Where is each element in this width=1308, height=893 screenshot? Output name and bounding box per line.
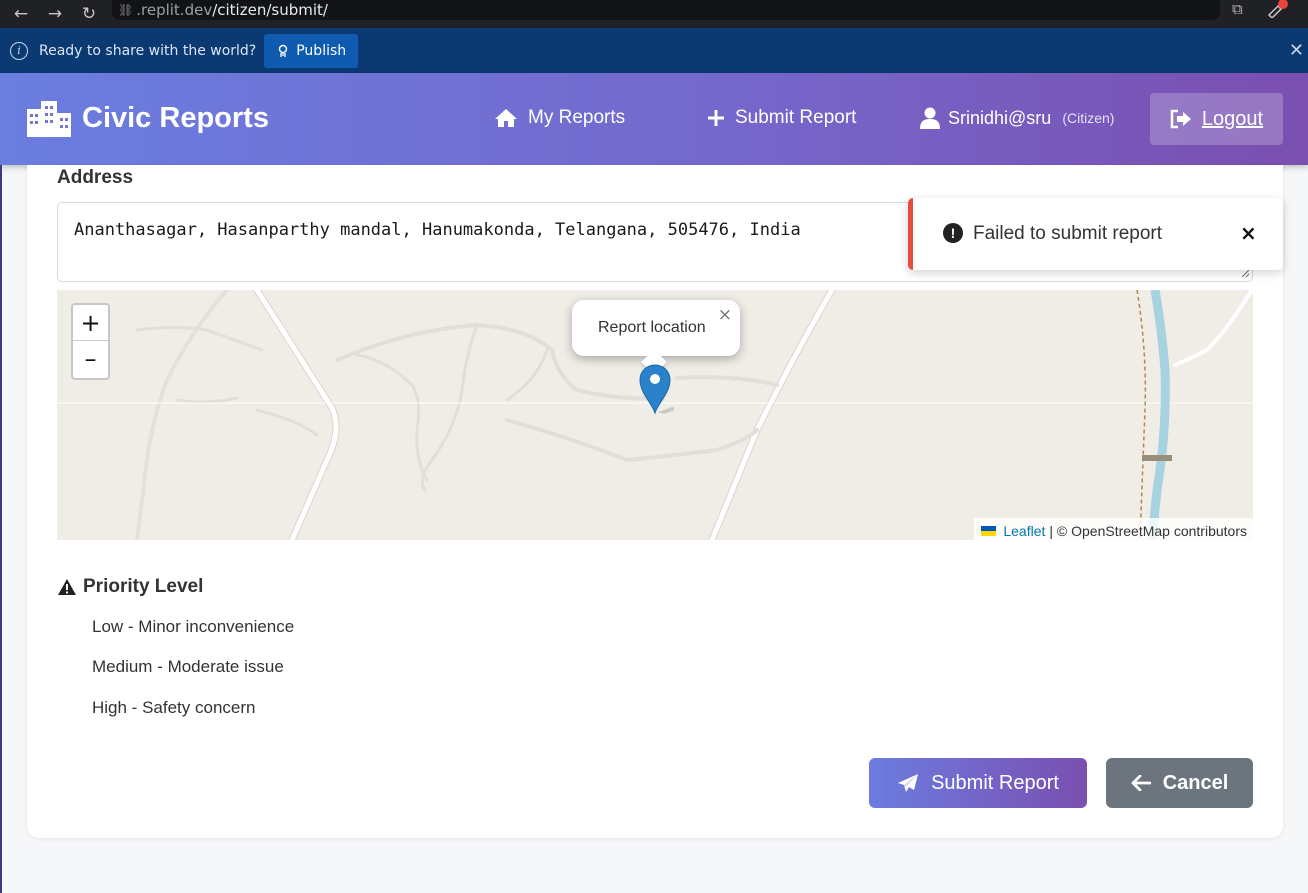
location-map[interactable]: + – Report location × Leaflet | © OpenSt… (57, 290, 1253, 540)
paper-plane-icon (898, 774, 919, 792)
close-icon[interactable]: ✕ (1289, 40, 1304, 61)
brand[interactable]: Civic Reports (26, 99, 269, 137)
address-bar[interactable]: ⛓ .replit.dev/citizen/submit/ (112, 0, 1220, 20)
user-name: Srinidhi@sru (948, 107, 1052, 128)
city-icon (27, 101, 71, 137)
app-header: Civic Reports My Reports Submit Report S… (0, 73, 1308, 165)
nav-submit-report[interactable]: Submit Report (707, 107, 856, 129)
publish-label: Publish (296, 42, 347, 59)
cancel-button[interactable]: Cancel (1106, 758, 1253, 808)
url-path: /citizen/submit/ (212, 1, 328, 19)
brand-title: Civic Reports (82, 101, 269, 134)
toast-close-button[interactable]: × (1240, 221, 1257, 245)
zoom-control: + – (71, 303, 110, 380)
logout-button[interactable]: Logout (1150, 93, 1283, 145)
window-edge (0, 165, 2, 893)
info-icon: i (10, 41, 28, 60)
priority-option-medium[interactable]: Medium - Moderate issue (92, 657, 284, 677)
devices-icon[interactable]: ⧉ (1232, 0, 1243, 18)
ukraine-flag-icon (981, 525, 997, 536)
map-pin-icon[interactable] (638, 363, 674, 415)
logout-label: Logout (1201, 107, 1264, 130)
nav-submit-report-label: Submit Report (735, 107, 857, 128)
error-toast: ! Failed to submit report × (908, 198, 1283, 270)
link-icon: ⛓ (118, 3, 134, 17)
location-popup: Report location × (572, 300, 740, 375)
warning-icon (58, 579, 76, 595)
map-attribution: Leaflet | © OpenStreetMap contributors (974, 518, 1253, 540)
nav-my-reports[interactable]: My Reports (494, 107, 625, 129)
back-arrow-icon[interactable]: ← (6, 4, 36, 24)
popup-text: Report location (598, 319, 706, 336)
exclamation-circle-icon: ! (943, 223, 963, 243)
reload-icon[interactable]: ↻ (74, 4, 104, 24)
extensions-icon[interactable] (1266, 0, 1288, 22)
user-icon (920, 107, 940, 129)
popup-close-button[interactable]: × (718, 305, 732, 325)
url-host: .replit.dev (136, 1, 213, 19)
zoom-out-button[interactable]: – (73, 341, 108, 377)
nav-my-reports-label: My Reports (528, 107, 626, 128)
priority-heading-text: Priority Level (83, 576, 204, 597)
rocket-icon (279, 44, 288, 57)
submit-report-label: Submit Report (931, 771, 1059, 794)
priority-heading: Priority Level (57, 576, 203, 598)
priority-option-high[interactable]: High - Safety concern (92, 698, 255, 718)
publish-banner: i Ready to share with the world? Publish… (0, 28, 1308, 73)
browser-toolbar: ← → ↻ ⛓ .replit.dev/citizen/submit/ ⧉ (0, 0, 1308, 28)
forward-arrow-icon[interactable]: → (40, 4, 70, 24)
user-info: Srinidhi@sru (Citizen) (920, 107, 1114, 129)
publish-button[interactable]: Publish (264, 33, 359, 68)
logout-icon (1170, 109, 1191, 129)
arrow-left-icon (1131, 775, 1151, 791)
toast-message: Failed to submit report (973, 223, 1163, 244)
cancel-label: Cancel (1162, 771, 1229, 794)
osm-attribution: | © OpenStreetMap contributors (1049, 522, 1247, 539)
banner-text: Ready to share with the world? (39, 42, 257, 59)
zoom-in-button[interactable]: + (73, 305, 108, 341)
user-role: (Citizen) (1062, 110, 1115, 126)
home-icon (495, 109, 517, 127)
priority-option-low[interactable]: Low - Minor inconvenience (92, 617, 294, 637)
address-label: Address (57, 167, 134, 188)
plus-icon (708, 110, 724, 126)
submit-report-button[interactable]: Submit Report (869, 758, 1087, 808)
leaflet-link[interactable]: Leaflet (1003, 523, 1045, 539)
